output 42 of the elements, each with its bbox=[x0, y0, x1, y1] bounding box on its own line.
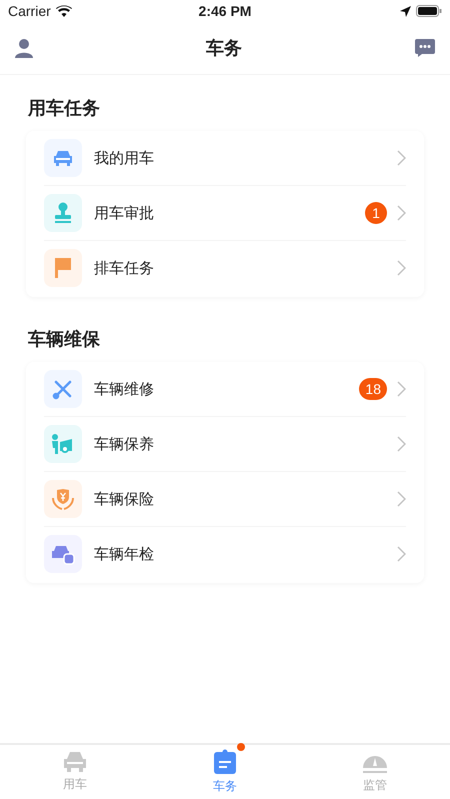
section-title: 用车任务 bbox=[26, 97, 101, 120]
menu-item[interactable]: 车辆维修 18 bbox=[44, 362, 406, 417]
battery-icon bbox=[416, 5, 442, 17]
chevron-icon bbox=[397, 381, 406, 397]
menu-item[interactable]: 车辆保险 bbox=[44, 472, 406, 527]
page-title: 车务 bbox=[206, 37, 242, 60]
menu-item[interactable]: 我的用车 bbox=[44, 131, 406, 186]
menu-label: 车辆维修 bbox=[94, 380, 155, 398]
menu-label: 车辆保险 bbox=[94, 490, 155, 508]
section-title: 车辆维保 bbox=[27, 328, 101, 351]
menu-label: 用车审批 bbox=[94, 204, 155, 222]
stamp-icon bbox=[53, 202, 73, 224]
chevron-icon bbox=[397, 491, 406, 507]
chevron-icon bbox=[397, 436, 406, 452]
chevron-icon bbox=[397, 260, 406, 276]
chat-icon[interactable] bbox=[414, 38, 436, 58]
menu-item[interactable]: 车辆保养 bbox=[44, 417, 406, 472]
chevron-icon bbox=[397, 205, 406, 221]
chevron-icon bbox=[397, 546, 406, 562]
location-icon bbox=[400, 6, 411, 16]
menu-item[interactable]: 排车任务 bbox=[44, 241, 406, 295]
chevron-icon bbox=[397, 150, 406, 166]
car-icon bbox=[62, 751, 88, 773]
car-repair-icon bbox=[51, 433, 75, 455]
wifi-icon bbox=[56, 5, 72, 17]
status-time: 2:46 PM bbox=[198, 3, 252, 19]
menu-label: 车辆年检 bbox=[94, 544, 155, 564]
menu-label: 我的用车 bbox=[94, 148, 155, 168]
count-badge: 1 bbox=[365, 202, 387, 224]
menu-label: 车辆保养 bbox=[94, 434, 155, 454]
clipboard-icon bbox=[213, 749, 237, 775]
menu-label: 排车任务 bbox=[94, 258, 155, 278]
profile-icon[interactable] bbox=[14, 38, 34, 58]
menu-item[interactable]: 用车审批 1 bbox=[44, 186, 406, 241]
flag-icon bbox=[54, 257, 72, 279]
tools-icon bbox=[52, 378, 74, 400]
menu-item[interactable]: 车辆年检 bbox=[44, 527, 406, 581]
car-icon bbox=[52, 149, 74, 167]
count-badge: 18 bbox=[359, 378, 387, 400]
car-inspection-icon bbox=[51, 543, 75, 565]
carrier-label: Carrier bbox=[8, 3, 51, 19]
insurance-icon bbox=[51, 488, 75, 510]
